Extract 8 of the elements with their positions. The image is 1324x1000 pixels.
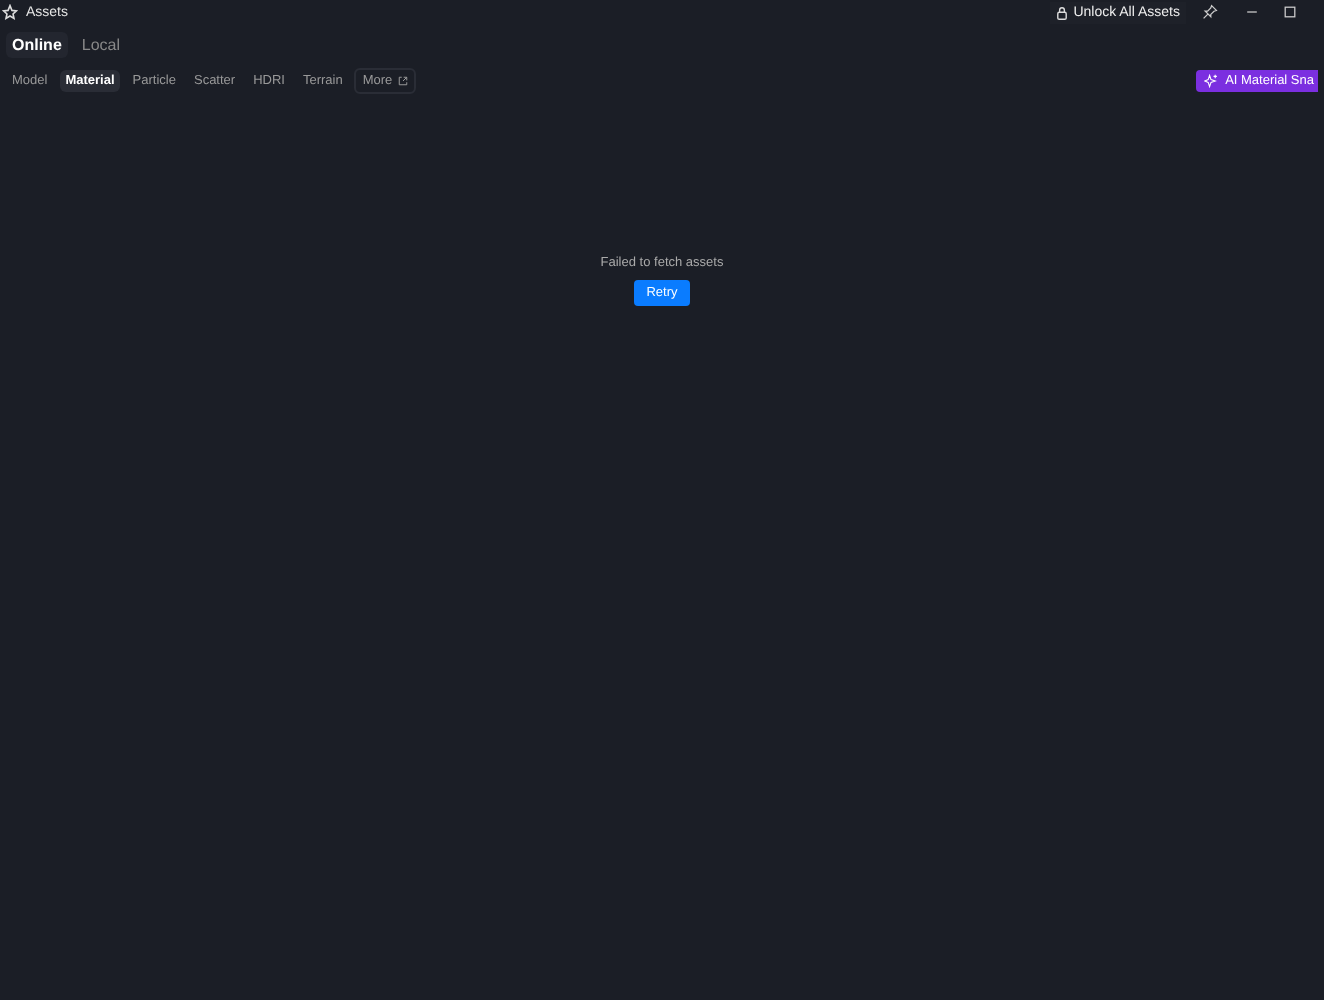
pin-icon[interactable] [1202,4,1218,20]
app-logo-icon [2,4,18,20]
maximize-icon[interactable] [1282,4,1298,20]
external-link-icon [398,76,409,86]
lock-icon [1055,5,1068,19]
source-tab[interactable]: Local [75,32,127,58]
source-tab[interactable]: Online [6,32,68,58]
sparkle-icon [1203,74,1218,88]
